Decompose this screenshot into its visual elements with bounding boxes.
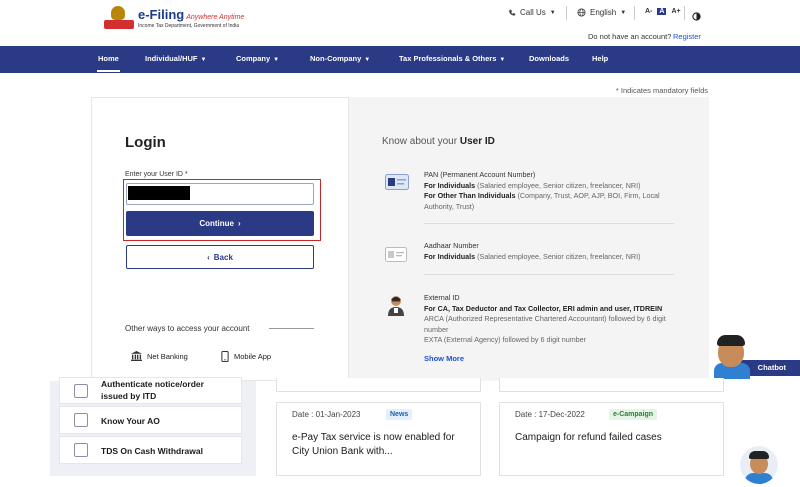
nav-non-company[interactable]: Non-Company ▼	[310, 54, 370, 63]
news-badge: e-Campaign	[609, 409, 658, 420]
chevron-right-icon: ›	[238, 219, 241, 228]
nav-home[interactable]: Home	[98, 54, 119, 63]
cash-icon	[74, 443, 88, 457]
language-label: English	[590, 8, 617, 17]
back-label: Back	[213, 252, 233, 262]
brand-tagline: Anywhere Anytime	[186, 14, 245, 21]
news-card[interactable]: Date : 17-Dec-2022 e-Campaign Campaign f…	[499, 402, 724, 476]
quick-link-know-your-ao[interactable]: Know Your AO	[59, 406, 242, 434]
quick-links-panel: Authenticate notice/order issued by ITD …	[50, 377, 256, 476]
chevron-down-icon: ▼	[549, 9, 556, 16]
news-title: Campaign for refund failed cases	[515, 432, 662, 443]
mobile-icon	[221, 351, 229, 362]
globe-icon	[577, 8, 586, 17]
document-icon	[74, 383, 88, 398]
brand-name: e-Filing	[138, 7, 185, 22]
site-header: e-Filing Anywhere Anytime Income Tax Depa…	[0, 0, 800, 46]
quick-link-authenticate-notice[interactable]: Authenticate notice/order issued by ITD	[59, 377, 242, 404]
nav-help[interactable]: Help	[592, 54, 608, 63]
nav-tax-professionals[interactable]: Tax Professionals & Others ▼	[399, 54, 505, 63]
net-banking-option[interactable]: Net Banking	[131, 351, 188, 361]
call-us-dropdown[interactable]: Call Us ▼	[508, 8, 556, 17]
font-decrease-button[interactable]: A-	[645, 8, 652, 15]
news-title: e-Pay Tax service is now enabled for Cit…	[292, 432, 455, 457]
main-nav: Home Individual/HUF ▼ Company ▼ Non-Compan…	[0, 46, 800, 73]
other-ways-heading: Other ways to access your account	[125, 324, 250, 333]
call-us-label: Call Us	[520, 8, 546, 17]
login-card: Login Enter your User ID * Continue › ‹ …	[91, 97, 349, 381]
mobile-app-option[interactable]: Mobile App	[221, 351, 271, 362]
chevron-down-icon: ▼	[200, 57, 207, 63]
news-card-partial	[276, 378, 481, 392]
divider	[269, 328, 314, 329]
pan-info: PAN (Permanent Account Number) For Indiv…	[424, 170, 660, 211]
user-id-info-panel: Know about your User ID PAN (Permanent A…	[349, 97, 709, 381]
external-id-info: External ID For CA, Tax Deductor and Tax…	[424, 293, 666, 344]
news-date: Date : 01-Jan-2023	[292, 410, 361, 419]
nav-active-indicator	[97, 70, 120, 72]
login-title: Login	[125, 134, 166, 151]
pan-card-icon	[385, 174, 409, 195]
news-badge: News	[386, 409, 413, 420]
show-more-link[interactable]: Show More	[424, 354, 464, 363]
chevron-down-icon: ▼	[273, 57, 280, 63]
efiling-logo[interactable]: e-Filing Anywhere Anytime Income Tax Depa…	[104, 6, 244, 30]
userid-label: Enter your User ID *	[125, 171, 188, 178]
chat-avatar-bubble[interactable]	[740, 446, 778, 484]
external-id-icon	[385, 294, 407, 321]
continue-button[interactable]: Continue ›	[126, 211, 314, 236]
brand-subtitle: Income Tax Department, Government of Ind…	[138, 23, 240, 29]
contrast-icon	[692, 12, 701, 21]
account-prompt: Do not have an account?	[588, 32, 672, 41]
news-card-partial	[499, 378, 724, 392]
nav-individual-huf[interactable]: Individual/HUF ▼	[145, 54, 206, 63]
font-normal-button[interactable]: A	[657, 8, 667, 15]
emblem-icon	[104, 6, 134, 30]
register-link[interactable]: Register	[673, 32, 701, 41]
news-date: Date : 17-Dec-2022	[515, 410, 585, 419]
net-banking-label: Net Banking	[147, 351, 188, 361]
bank-icon	[131, 351, 142, 361]
back-button[interactable]: ‹ Back	[126, 245, 314, 269]
contrast-toggle[interactable]	[692, 8, 701, 26]
nav-company[interactable]: Company ▼	[236, 54, 279, 63]
mobile-app-label: Mobile App	[234, 352, 272, 361]
aadhaar-card-icon	[385, 247, 407, 267]
redacted-value	[128, 186, 190, 200]
info-title: Know about your User ID	[382, 136, 495, 147]
continue-label: Continue	[199, 219, 234, 228]
person-search-icon	[74, 413, 88, 427]
quick-link-tds-cash-withdrawal[interactable]: TDS On Cash Withdrawal	[59, 436, 242, 464]
chevron-down-icon: ▼	[499, 57, 506, 63]
aadhaar-info: Aadhaar Number For Individuals (Salaried…	[424, 241, 641, 261]
chevron-down-icon: ▼	[364, 57, 371, 63]
news-card[interactable]: Date : 01-Jan-2023 News e-Pay Tax servic…	[276, 402, 481, 476]
mandatory-note: * Indicates mandatory fields	[615, 86, 708, 95]
chatbot-button[interactable]: Chatbot	[714, 335, 800, 379]
phone-icon	[509, 9, 516, 16]
chevron-left-icon: ‹	[207, 252, 210, 262]
nav-downloads[interactable]: Downloads	[529, 54, 569, 63]
chevron-down-icon: ▼	[620, 9, 627, 16]
font-increase-button[interactable]: A+	[671, 8, 680, 15]
language-dropdown[interactable]: English ▼	[577, 8, 626, 17]
